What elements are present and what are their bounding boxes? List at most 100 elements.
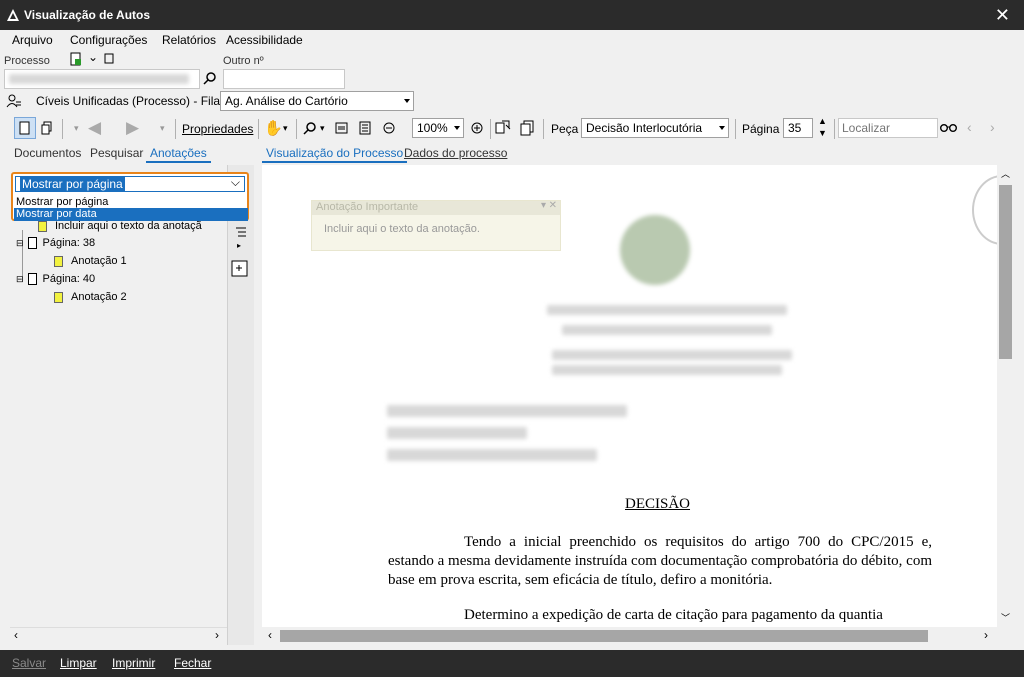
annotation-close-icon[interactable]: ✕ <box>549 200 557 211</box>
tab-visualizacao[interactable]: Visualização do Processo <box>262 145 408 163</box>
zoom-in-icon[interactable] <box>470 121 484 135</box>
list-icon[interactable] <box>234 225 248 239</box>
tab-dados-processo[interactable]: Dados do processo <box>400 145 511 163</box>
annotation-popup-header: Anotação Importante ▾ ✕ <box>312 200 560 215</box>
tree-page-label: Página: 40 <box>42 273 96 285</box>
option-mostrar-por-data[interactable]: Mostrar por data <box>14 208 248 221</box>
tree-note-1[interactable]: Anotação 1 <box>38 255 127 267</box>
page-icon <box>19 121 30 135</box>
scroll-down-icon[interactable]: ﹀ <box>1001 611 1010 624</box>
tree-page-38[interactable]: ⊟ Página: 38 <box>16 237 95 249</box>
page-up-icon[interactable]: ▲ <box>818 116 827 126</box>
tree-page-40[interactable]: ⊟ Página: 40 <box>16 273 95 285</box>
menu-relatorios[interactable]: Relatórios <box>162 33 216 49</box>
binoculars-icon[interactable] <box>940 122 958 132</box>
left-scrollbar[interactable]: ‹ › <box>10 627 227 643</box>
queue-select[interactable]: Ag. Análise do Cartório <box>220 91 414 111</box>
stamp-seal <box>972 175 997 245</box>
tab-pesquisar[interactable]: Pesquisar <box>86 145 147 163</box>
find-next-icon[interactable]: › <box>990 119 995 135</box>
export-icon[interactable] <box>495 119 513 136</box>
note-icon <box>54 255 63 267</box>
scroll-up-icon[interactable]: ︿ <box>1001 167 1010 180</box>
tab-anotacoes[interactable]: Anotações <box>146 145 211 163</box>
document-horizontal-scrollbar[interactable]: ‹ › <box>262 627 1015 645</box>
scroll-right-icon[interactable]: › <box>984 628 988 642</box>
magnifier-dropdown-icon[interactable]: ▾ <box>320 123 325 134</box>
document-heading: DECISÃO <box>625 496 691 512</box>
tree-note-label: Anotação 1 <box>71 255 127 267</box>
tree-partial-note[interactable]: Incluir aqui o texto da anotaçã <box>38 220 202 232</box>
tab-documentos[interactable]: Documentos <box>10 145 85 163</box>
pagina-label: Página <box>742 122 780 136</box>
close-icon[interactable]: ✕ <box>995 5 1010 26</box>
note-icon <box>38 220 47 232</box>
queue-selected-value: Ag. Análise do Cartório <box>225 94 348 108</box>
view-mode-dropdown[interactable]: Mostrar por página ⌵ Mostrar por página … <box>11 172 249 221</box>
annotation-text-field[interactable]: Incluir aqui o texto da anotação. <box>312 215 560 243</box>
magnifier-icon[interactable] <box>303 121 317 135</box>
page-icon <box>27 273 37 285</box>
chevron-down-icon[interactable]: ⌄ <box>88 50 98 64</box>
fit-width-icon[interactable] <box>335 121 349 135</box>
app-logo-icon <box>7 9 19 21</box>
bookmark-icon[interactable] <box>104 53 115 64</box>
annotation-menu-icon[interactable]: ▾ <box>541 200 546 211</box>
fechar-button[interactable]: Fechar <box>174 656 211 670</box>
scroll-right-icon[interactable]: › <box>215 628 219 642</box>
annotation-tools-strip: ▸ <box>227 165 254 645</box>
scroll-left-icon[interactable]: ‹ <box>14 628 18 642</box>
view-mode-select[interactable]: Mostrar por página ⌵ <box>15 175 245 192</box>
queue-label: Cíveis Unificadas (Processo) - Fila: <box>36 94 224 108</box>
hand-tool-icon[interactable]: ✋ <box>264 119 283 137</box>
outro-input[interactable] <box>223 69 345 89</box>
scroll-thumb[interactable] <box>280 630 928 642</box>
document-vertical-scrollbar[interactable]: ︿ ﹀ <box>997 165 1015 627</box>
new-document-icon[interactable] <box>70 52 82 66</box>
copy-icon[interactable] <box>520 119 538 136</box>
collapse-icon[interactable]: ⊟ <box>16 274 24 285</box>
expand-arrow-icon[interactable]: ▸ <box>237 241 241 250</box>
annotation-popup[interactable]: Anotação Importante ▾ ✕ Incluir aqui o t… <box>311 200 561 251</box>
scroll-thumb[interactable] <box>999 185 1012 359</box>
emblem-image <box>620 215 690 285</box>
view-mode-selected: Mostrar por página <box>20 177 125 191</box>
page-down-icon[interactable]: ▼ <box>818 128 827 138</box>
chevron-down-icon[interactable]: ⌵ <box>231 175 240 190</box>
menu-configuracoes[interactable]: Configurações <box>70 33 147 49</box>
back-arrow-icon[interactable]: ◀ <box>88 118 101 138</box>
outro-label: Outro nº <box>223 55 264 67</box>
hand-dropdown-icon[interactable]: ▾ <box>283 123 288 134</box>
forward-dropdown-icon[interactable]: ▾ <box>160 123 165 134</box>
localizar-input[interactable] <box>838 118 938 138</box>
collapse-icon[interactable]: ⊟ <box>16 238 24 249</box>
find-prev-icon[interactable]: ‹ <box>967 119 972 135</box>
salvar-button[interactable]: Salvar <box>12 656 46 670</box>
scroll-left-icon[interactable]: ‹ <box>268 628 272 642</box>
menu-acessibilidade[interactable]: Acessibilidade <box>226 33 303 49</box>
pages-icon <box>41 121 52 135</box>
peca-select[interactable]: Decisão Interlocutória <box>581 118 729 138</box>
first-dropdown-icon[interactable]: ▾ <box>74 123 79 134</box>
window-title: Visualização de Autos <box>24 8 151 22</box>
propriedades-button[interactable]: Propriedades <box>182 122 253 136</box>
forward-arrow-icon[interactable]: ▶ <box>126 118 139 138</box>
limpar-button[interactable]: Limpar <box>60 656 97 670</box>
zoom-value: 100% <box>417 121 448 135</box>
fit-page-icon[interactable] <box>358 121 372 135</box>
add-note-icon[interactable] <box>231 260 248 277</box>
menu-arquivo[interactable]: Arquivo <box>12 33 53 49</box>
zoom-select[interactable]: 100% <box>412 118 464 138</box>
processo-input[interactable] <box>4 69 200 89</box>
peca-value: Decisão Interlocutória <box>586 121 703 135</box>
pagina-input[interactable]: 35 <box>783 118 813 138</box>
tree-note-2[interactable]: Anotação 2 <box>38 291 127 303</box>
dropdown-arrow-icon <box>404 99 410 103</box>
pages-button[interactable] <box>38 117 56 139</box>
imprimir-button[interactable]: Imprimir <box>112 656 155 670</box>
search-icon[interactable] <box>203 71 217 85</box>
document-paragraph-2: Determino a expedição de carta de citaçã… <box>464 607 883 623</box>
zoom-out-icon[interactable] <box>382 121 396 135</box>
page-view-button[interactable] <box>14 117 36 139</box>
processo-label: Processo <box>4 55 50 67</box>
